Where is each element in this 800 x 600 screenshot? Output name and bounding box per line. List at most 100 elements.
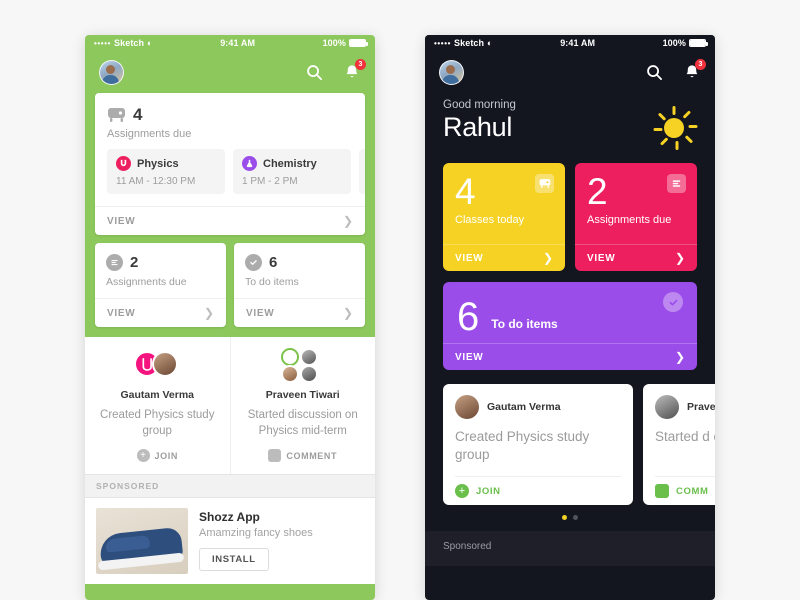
clock-label: 9:41 AM <box>220 38 256 48</box>
comment-button[interactable]: COMM <box>655 476 715 505</box>
avatar <box>152 351 179 377</box>
join-label: JOIN <box>154 450 178 461</box>
greeting-salutation: Good morning <box>443 99 516 111</box>
search-icon[interactable] <box>645 63 663 81</box>
pagination-dot-active[interactable] <box>562 515 567 520</box>
sponsored-header: Sponsored <box>443 541 492 552</box>
feed-text: Started discussion on Physics mid-term <box>247 409 358 437</box>
view-label: VIEW <box>587 252 616 264</box>
assignments-label: Assignments due <box>106 276 187 288</box>
feed-author: Praveen Tiwari <box>265 389 340 401</box>
sponsored-header: SPONSORED <box>85 474 375 499</box>
nav-bar-right: 3 <box>425 51 715 93</box>
notification-badge: 3 <box>695 59 706 70</box>
phone-light-screen: ••••• Sketch ◐ 9:41 AM 100% 3 4 Assignme… <box>85 35 375 600</box>
ad-description: Amamzing fancy shoes <box>199 527 313 540</box>
plus-circle-icon: + <box>455 484 469 498</box>
assignments-view-button[interactable]: VIEW ❯ <box>95 298 226 327</box>
todo-label: To do items <box>491 316 558 331</box>
clock-label: 9:41 AM <box>560 38 596 48</box>
sun-icon <box>651 105 698 151</box>
left-content: 4 Assignments due Physics 11 AM - 12:30 … <box>85 93 375 327</box>
view-label: VIEW <box>455 351 484 363</box>
projector-icon <box>535 174 554 193</box>
todo-view-button[interactable]: VIEW ❯ <box>234 298 365 327</box>
avatar <box>299 348 318 366</box>
bell-icon[interactable]: 3 <box>683 59 706 81</box>
notification-badge: 3 <box>355 59 366 70</box>
battery-full-icon <box>349 39 368 47</box>
sponsored-ad[interactable]: Shozz App Amamzing fancy shoes INSTALL <box>85 498 375 585</box>
plus-circle-icon: + <box>136 449 150 463</box>
chevron-right-icon: ❯ <box>674 251 685 265</box>
search-icon[interactable] <box>305 63 323 81</box>
join-label: JOIN <box>476 485 501 497</box>
feed-text: Created Physics study group <box>455 429 590 462</box>
view-label: VIEW <box>107 307 136 319</box>
subject-chip[interactable]: Physics 11 AM - 12:30 PM <box>107 149 225 194</box>
comment-button[interactable]: COMMENT <box>241 449 366 463</box>
classes-count: 4 <box>133 105 143 124</box>
blue-sneaker-photo <box>96 508 188 575</box>
comment-label: COMMENT <box>286 450 338 461</box>
carrier-label: Sketch <box>454 38 485 48</box>
join-button[interactable]: + JOIN <box>455 476 621 505</box>
feed-item[interactable]: Prave Started d on Physi COMM <box>643 384 715 505</box>
classes-card-label: Assignments due <box>107 128 192 140</box>
comment-icon <box>655 484 669 498</box>
assignments-view-button[interactable]: VIEW ❯ <box>575 244 697 271</box>
join-button[interactable]: + JOIN <box>95 449 220 463</box>
feed-item: ⋃ Gautam Verma Created Physics study gro… <box>85 337 230 474</box>
flask-icon <box>242 156 257 171</box>
chevron-right-icon: ❯ <box>542 251 553 265</box>
classes-view-button[interactable]: VIEW ❯ <box>443 244 565 271</box>
feed-text: Created Physics study group <box>100 409 215 437</box>
projector-icon <box>107 107 126 123</box>
carousel-pagination[interactable] <box>443 515 715 520</box>
dashboard-tiles: 4 Classes today VIEW ❯ 2 Assignments due… <box>425 151 715 370</box>
subject-chip[interactable]: Mathe 2 PM - 3 P <box>359 149 365 194</box>
todo-tile[interactable]: 6 To do items VIEW ❯ <box>443 282 697 370</box>
subject-name: Physics <box>137 157 179 170</box>
subject-chip[interactable]: Chemistry 1 PM - 2 PM <box>233 149 351 194</box>
feed-item: Praveen Tiwari Started discussion on Phy… <box>229 337 376 475</box>
classes-card: 4 Assignments due Physics 11 AM - 12:30 … <box>95 93 365 235</box>
battery-full-icon <box>689 39 708 47</box>
status-bar-left: ••••• Sketch ◐ 9:41 AM 100% <box>85 35 375 51</box>
view-label: VIEW <box>107 215 136 227</box>
comment-icon <box>268 449 282 463</box>
avatar <box>280 348 299 366</box>
activity-feed-right: Gautam Verma Created Physics study group… <box>425 384 715 520</box>
signal-dots-icon: ••••• <box>94 38 112 48</box>
avatar[interactable] <box>439 59 464 85</box>
feed-author: Gautam Verma <box>487 401 561 413</box>
bell-icon[interactable]: 3 <box>343 59 366 81</box>
comment-label: COMM <box>676 485 709 497</box>
subject-chip-list: Physics 11 AM - 12:30 PM Chemistry 1 PM … <box>95 140 365 206</box>
avatar[interactable] <box>99 59 124 85</box>
feed-author: Gautam Verma <box>120 389 195 401</box>
view-label: VIEW <box>246 307 275 319</box>
install-button[interactable]: INSTALL <box>199 548 269 572</box>
todo-label: To do items <box>245 276 299 288</box>
subject-name: Chemistry <box>263 157 317 170</box>
battery-percent-label: 100% <box>322 38 346 48</box>
todo-view-button[interactable]: VIEW ❯ <box>443 343 697 370</box>
pagination-dot[interactable] <box>573 515 578 520</box>
classes-tile[interactable]: 4 Classes today VIEW ❯ <box>443 163 565 271</box>
avatar <box>299 365 318 383</box>
avatar-group: ⋃ <box>95 348 220 384</box>
todo-card: 6 To do items VIEW ❯ <box>234 243 365 327</box>
todo-count: 6 <box>457 294 480 339</box>
avatar <box>455 395 479 419</box>
nav-bar-left: 3 <box>85 51 375 93</box>
todo-count: 6 <box>269 254 278 271</box>
battery-percent-label: 100% <box>662 38 686 48</box>
assignments-tile[interactable]: 2 Assignments due VIEW ❯ <box>575 163 697 271</box>
avatar-group <box>241 348 366 384</box>
feed-item[interactable]: Gautam Verma Created Physics study group… <box>443 384 633 505</box>
classes-view-button[interactable]: VIEW ❯ <box>95 206 365 235</box>
avatar <box>655 395 679 419</box>
check-circle-icon <box>663 292 683 312</box>
chevron-right-icon: ❯ <box>203 306 214 320</box>
